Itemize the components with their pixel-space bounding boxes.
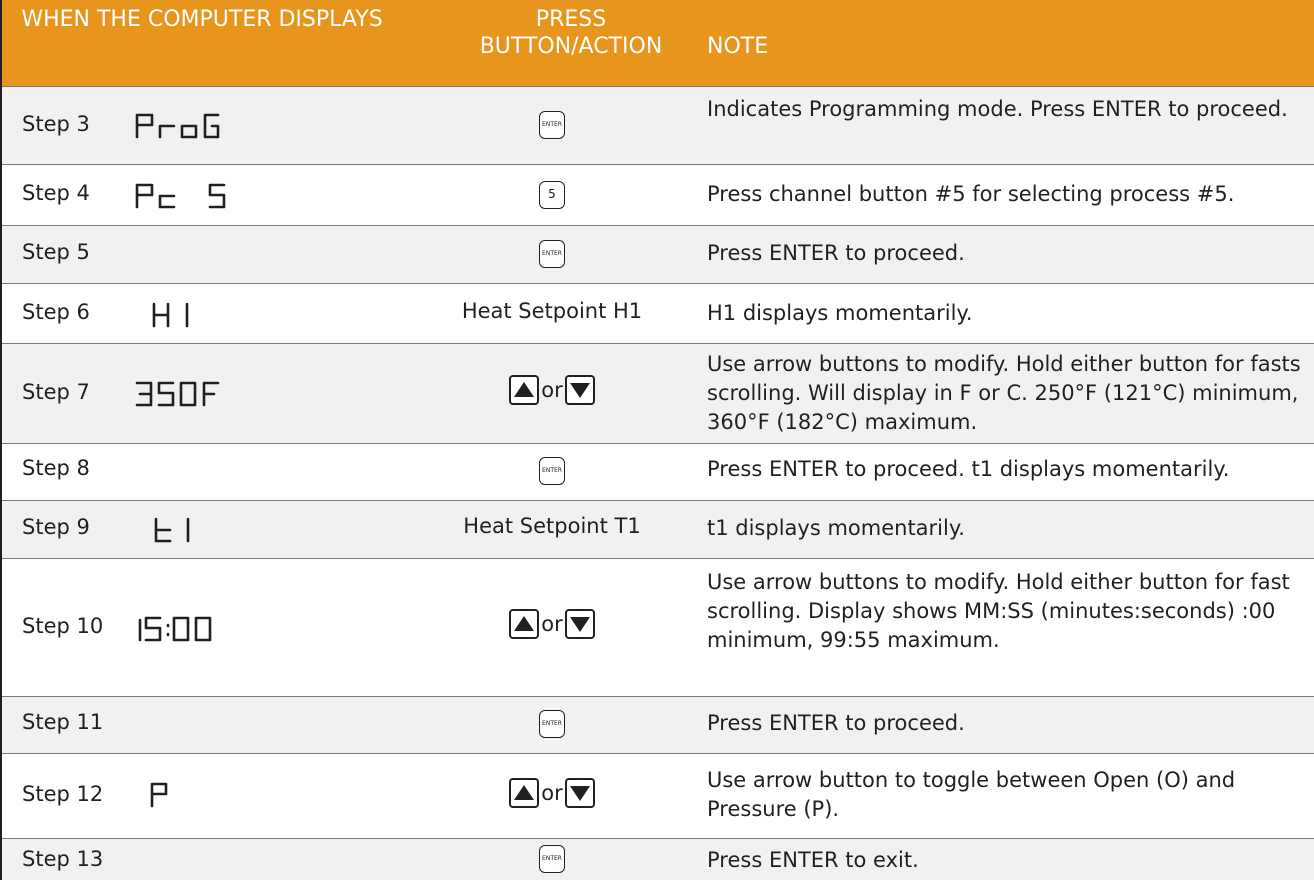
led-display-prog [132,111,332,139]
led-display-h1 [132,300,332,328]
up-arrow-icon [509,609,540,639]
table-row-step-4: Step 4 5 Press channel button #5 for sel… [2,164,1314,225]
step-label: Step 8 [22,456,90,480]
down-arrow-icon [564,609,595,639]
press-action: ENTER [433,111,671,139]
table-row-step-7: Step 7 or Use arrow buttons to modify. H… [2,343,1314,443]
press-action: or [433,375,671,405]
step-label: Step 7 [22,380,90,404]
table-row-step-6: Step 6 Heat Setpoint H1 H1 displays mome… [2,283,1314,343]
enter-key-icon: ENTER [539,457,565,485]
channel-5-key-icon: 5 [539,181,565,209]
note-text: Press ENTER to proceed. t1 displays mome… [707,457,1230,481]
enter-key-icon: ENTER [539,111,565,139]
note-text: Use arrow button to toggle between Open … [707,768,1236,821]
led-display-350f [132,379,332,407]
press-action: or [433,609,671,639]
note-text: Use arrow buttons to modify. Hold either… [707,352,1301,434]
table-row-step-5: Step 5 ENTER Press ENTER to proceed. [2,225,1314,283]
enter-key-icon: ENTER [539,845,565,873]
led-display-1500 [132,614,332,642]
led-display-t1 [132,515,332,543]
up-arrow-icon [509,778,540,808]
press-action-text: Heat Setpoint H1 [461,299,643,323]
note-text: t1 displays momentarily. [707,516,965,540]
press-action: ENTER [433,710,671,738]
press-action-text: Heat Setpoint T1 [463,514,641,538]
step-label: Step 10 [22,614,104,638]
press-action: ENTER [433,240,671,268]
table-row-step-3: Step 3 ENTER Indicates Programming mode.… [2,86,1314,164]
step-label: Step 12 [22,782,104,806]
or-text: or [541,781,563,805]
press-action: ENTER [433,457,671,485]
press-action: 5 [433,181,671,209]
press-action: ENTER [433,845,671,873]
table-row-step-13: Step 13 ENTER Press ENTER to exit. [2,838,1314,880]
table-row-step-11: Step 11 ENTER Press ENTER to proceed. [2,696,1314,753]
step-label: Step 6 [22,300,90,324]
led-display-pc5 [132,181,332,209]
instruction-table: WHEN THE COMPUTER DISPLAYS PRESS BUTTON/… [0,0,1314,880]
or-text: or [541,378,563,402]
note-text: Indicates Programming mode. Press ENTER … [707,97,1288,121]
up-arrow-icon [509,375,540,405]
step-label: Step 13 [22,847,104,871]
note-text: Use arrow buttons to modify. Hold either… [707,570,1290,652]
header-press-button-action: PRESS BUTTON/ACTION [479,7,663,59]
step-label: Step 4 [22,181,90,205]
down-arrow-icon [564,375,595,405]
down-arrow-icon [564,778,595,808]
table-row-step-10: Step 10 or Use arrow buttons to modify. … [2,558,1314,696]
note-text: H1 displays momentarily. [707,301,973,325]
note-text: Press ENTER to exit. [707,848,919,872]
table-row-step-12: Step 12 or Use arrow button to toggle be… [2,753,1314,838]
step-label: Step 9 [22,515,90,539]
step-label: Step 3 [22,112,90,136]
table-header: WHEN THE COMPUTER DISPLAYS PRESS BUTTON/… [2,0,1314,86]
press-action: or [433,778,671,808]
step-label: Step 11 [22,710,104,734]
led-display-p [132,780,332,808]
or-text: or [541,612,563,636]
note-text: Press channel button #5 for selecting pr… [707,182,1235,206]
header-computer-displays: WHEN THE COMPUTER DISPLAYS [21,7,383,32]
enter-key-icon: ENTER [539,710,565,738]
header-note: NOTE [707,34,769,59]
table-row-step-9: Step 9 Heat Setpoint T1 t1 displays mome… [2,500,1314,558]
step-label: Step 5 [22,240,90,264]
table-row-step-8: Step 8 ENTER Press ENTER to proceed. t1 … [2,443,1314,500]
note-text: Press ENTER to proceed. [707,711,965,735]
enter-key-icon: ENTER [539,240,565,268]
note-text: Press ENTER to proceed. [707,241,965,265]
